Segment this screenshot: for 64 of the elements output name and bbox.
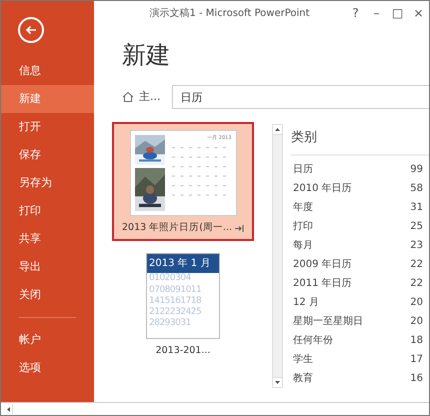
category-name: 学生 [293, 352, 313, 366]
category-item[interactable]: 12 月 20 [291, 292, 429, 312]
sidebar-item[interactable]: 导出 [1, 253, 94, 281]
category-count: 31 [410, 200, 423, 214]
template-name: 2013-201... [156, 344, 210, 358]
category-count: 16 [410, 372, 423, 386]
category-name: 每月 [293, 238, 313, 252]
category-name: 任何年份 [293, 334, 333, 348]
category-count: 22 [410, 276, 423, 290]
category-item[interactable]: 打印 25 [291, 216, 429, 236]
sidebar-item[interactable]: 信息 [1, 57, 94, 85]
sidebar-item[interactable]: 保存 [1, 141, 94, 169]
category-count: 17 [410, 352, 423, 366]
calendar-week-row-text: 01020304 [148, 273, 192, 284]
category-name: 星期一至星期日 [293, 314, 363, 328]
category-item[interactable]: 年度 31 [291, 198, 429, 216]
category-count: 58 [410, 182, 423, 196]
category-count: 99 [410, 162, 423, 176]
calendar-week-row-text: 0708091011 [148, 284, 202, 296]
category-count: 22 [410, 258, 423, 272]
category-item[interactable]: 教育 16 [291, 368, 429, 388]
page-heading: 新建 [122, 40, 171, 71]
sidebar-item[interactable]: 共享 [1, 225, 94, 253]
window-title: 演示文稿1 - Microsoft PowerPoint [148, 6, 311, 20]
category-name: 12 月 [293, 296, 319, 310]
sidebar-item[interactable]: 打印 [1, 197, 94, 225]
category-name: 打印 [293, 220, 313, 234]
maximize-button[interactable]: □ [387, 4, 408, 22]
search-field[interactable]: 日历 [172, 85, 429, 109]
category-name: 2011 年日历 [293, 276, 352, 290]
category-item[interactable]: 2011 年日历 22 [291, 274, 429, 292]
category-count: 25 [410, 220, 423, 234]
template-name: 2013 年照片日历(周一... [122, 221, 232, 235]
close-button[interactable]: × [408, 4, 429, 22]
category-name: 教育 [293, 372, 313, 386]
sidebar-item[interactable]: 帐户 [1, 326, 94, 354]
category-name: 2010 年日历 [293, 182, 352, 196]
help-button[interactable]: ? [345, 4, 366, 22]
category-item[interactable]: 2009 年日历 22 [291, 254, 429, 274]
calendar-week-row-text: 28293031 [148, 318, 192, 330]
category-count: 23 [410, 238, 423, 252]
breadcrumb-link[interactable]: 主... [139, 88, 160, 106]
category-item[interactable]: 每月 23 [291, 236, 429, 254]
category-item[interactable]: 学生 17 [291, 350, 429, 368]
calendar-week-row-text: 1415161718 [148, 296, 202, 307]
category-item[interactable]: 任何年份 18 [291, 330, 429, 350]
category-name: 2009 年日历 [293, 258, 352, 272]
sidebar-item[interactable]: 打开 [1, 113, 94, 141]
template-card[interactable]: 2013 年 1 月 01020304 0708091011 1415161718 2122232425 28293031 2013-201... [112, 245, 254, 364]
category-name: 年度 [293, 200, 313, 214]
calendar-month-title: 2013 年 1 月 [147, 254, 219, 274]
categories-heading: 类别 [291, 122, 429, 156]
category-item[interactable]: 日历 99 [291, 160, 429, 178]
sidebar-item[interactable]: 选项 [1, 354, 94, 382]
sidebar-item[interactable]: 另存为 [1, 169, 94, 197]
minimize-button[interactable]: – [366, 4, 387, 22]
category-count: 20 [410, 314, 423, 328]
category-count: 18 [410, 334, 423, 348]
sidebar-item[interactable]: 关闭 [1, 281, 94, 309]
category-item[interactable]: 星期一至星期日 20 [291, 312, 429, 330]
category-count: 20 [410, 296, 423, 310]
category-name: 日历 [293, 162, 313, 176]
calendar-week-row-text: 2122232425 [148, 307, 202, 318]
category-item[interactable]: 2010 年日历 58 [291, 178, 429, 198]
